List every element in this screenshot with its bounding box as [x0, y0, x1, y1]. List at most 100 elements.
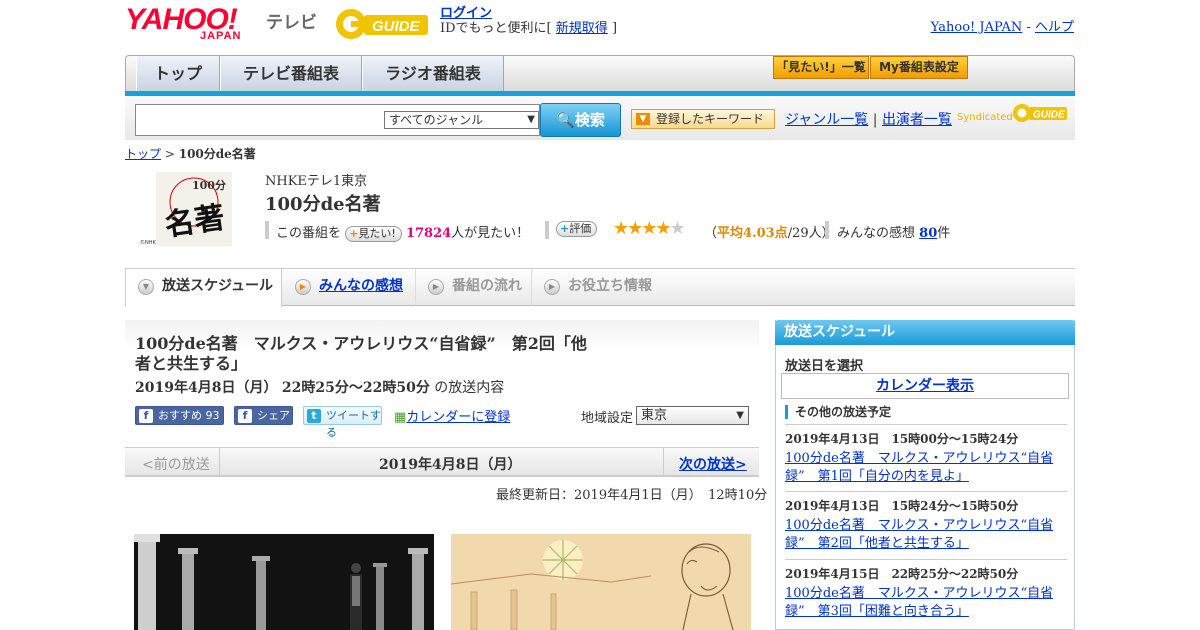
search-icon: 🔍: [556, 111, 575, 129]
nav-tab-radio[interactable]: ラジオ番組表: [362, 56, 504, 91]
program-logo: 100分 名著 ©NHK: [140, 172, 232, 246]
keyword-button[interactable]: ▼ 登録したキーワード: [631, 109, 775, 129]
mitai-button[interactable]: +見たい!: [345, 226, 402, 242]
episode-date-time: 22時25分～22時50分: [281, 380, 430, 396]
schedule-item: 2019年4月13日 15時24分～15時50分 100分de名著 マルクス・ア…: [785, 491, 1067, 553]
tab-info-label: お役立ち情報: [568, 278, 652, 294]
search-links: ジャンル一覧 | 出演者一覧: [785, 109, 952, 129]
region-select-value: 東京: [641, 408, 668, 423]
channel-name: NHKEテレ1東京: [265, 174, 368, 189]
breadcrumb-current: 100分de名著: [178, 147, 256, 161]
divider: [265, 221, 269, 239]
divider: [219, 448, 220, 475]
last-updated: 最終更新日：2019年4月1日（月） 12時10分: [496, 488, 768, 503]
program-title: 100分de名著: [265, 194, 381, 215]
gguide-logo[interactable]: GUIDE: [334, 7, 432, 41]
twitter-icon: t: [307, 409, 321, 423]
divider: [545, 221, 549, 239]
facebook-icon: f: [139, 409, 153, 423]
mitai-line: この番組を +見たい! 17824人が見たい！: [276, 222, 529, 242]
schedule-item-date: 2019年4月13日 15時00分～15時24分: [785, 432, 1019, 446]
rating-text: （平均4.03点/29人）: [704, 222, 835, 241]
syndicated-label: Syndicated: [957, 112, 1013, 123]
facebook-icon: f: [238, 409, 252, 423]
caret-down-icon: ▼: [527, 114, 535, 125]
tab-flow: ▶ 番組の流れ: [415, 269, 531, 306]
genre-list-link[interactable]: ジャンル一覧: [785, 112, 868, 128]
episode-title: 100分de名著 マルクス・アウレリウス“自省録” 第2回「他者と共生する」: [135, 334, 587, 373]
performer-list-link[interactable]: 出演者一覧: [882, 112, 952, 128]
login-link[interactable]: ログイン: [440, 6, 492, 21]
divider: [663, 448, 664, 475]
plus-icon: +: [560, 222, 570, 235]
fb-share-label: シェア: [257, 409, 290, 422]
tv-label[interactable]: テレビ: [266, 8, 317, 33]
help-link[interactable]: ヘルプ: [1035, 20, 1074, 35]
calendar-icon: ▦: [394, 410, 407, 425]
facebook-share-button[interactable]: f シェア: [234, 406, 293, 425]
facebook-like-button[interactable]: f おすすめ 93: [135, 406, 224, 425]
prev-episode: <前の放送: [142, 457, 210, 473]
calendar-display-link[interactable]: カレンダー表示: [876, 378, 974, 394]
genre-select-value: すべてのジャンル: [389, 113, 484, 127]
svg-text:GUIDE: GUIDE: [1033, 110, 1065, 121]
tweet-button[interactable]: t ツイートする: [303, 406, 382, 439]
breadcrumb-separator: >: [164, 147, 175, 161]
tab-kanso-label[interactable]: みんなの感想: [319, 278, 403, 294]
divider: [825, 221, 829, 239]
calendar-display-button[interactable]: カレンダー表示: [781, 373, 1069, 399]
nav-tab-top[interactable]: トップ: [136, 56, 220, 91]
star-icons-filled: ★★★★: [613, 218, 672, 239]
schedule-item-link[interactable]: 100分de名著 マルクス・アウレリウス“自省録” 第1回「自分の内を見よ」: [785, 450, 1067, 486]
calendar-register-link[interactable]: カレンダーに登録: [406, 410, 510, 425]
star-icon-empty: ★: [669, 218, 686, 239]
yahoo-japan-link[interactable]: Yahoo! JAPAN: [931, 20, 1023, 35]
mitai-suffix: 人が見たい！: [451, 226, 530, 241]
episode-image-1[interactable]: [134, 534, 434, 630]
tab-schedule[interactable]: ▼ 放送スケジュール: [125, 269, 282, 307]
play-icon: ▶: [428, 279, 444, 295]
signup-link[interactable]: 新規取得: [556, 21, 608, 36]
chevron-down-icon: ▼: [138, 279, 154, 295]
calendar-register[interactable]: ▦カレンダーに登録: [394, 406, 510, 425]
mitai-prefix: この番組を: [276, 226, 342, 241]
rating-average: 平均4.03点: [717, 226, 788, 241]
keyword-button-label: 登録したキーワード: [656, 112, 765, 126]
svg-text:GUIDE: GUIDE: [372, 18, 421, 35]
kanso-suffix: 件: [937, 226, 951, 241]
region-select[interactable]: 東京 ▼: [636, 406, 749, 425]
tab-kanso[interactable]: ▶ みんなの感想: [283, 269, 410, 306]
fb-like-count: 93: [205, 409, 220, 422]
episode-date-suffix: の放送内容: [434, 380, 505, 396]
breadcrumb: トップ > 100分de名著: [125, 145, 256, 162]
program-logo-sub: 100分: [192, 178, 226, 192]
nav-tab-tv[interactable]: テレビ番組表: [220, 56, 362, 91]
schedule-item-link[interactable]: 100分de名著 マルクス・アウレリウス“自省録” 第2回「他者と共生する」: [785, 517, 1067, 553]
content-tabs: ▼ 放送スケジュール ▶ みんなの感想 ▶ 番組の流れ ▶ お役立ち情報: [125, 268, 1075, 307]
rating-button[interactable]: +評価: [556, 221, 598, 237]
episode-date: 2019年4月8日（月） 22時25分～22時50分 の放送内容: [135, 377, 504, 397]
next-episode-link[interactable]: 次の放送>: [679, 454, 747, 474]
breadcrumb-top[interactable]: トップ: [125, 147, 161, 161]
schedule-item: 2019年4月13日 15時00分～15時24分 100分de名著 マルクス・ア…: [785, 424, 1067, 486]
link-separator: -: [1026, 20, 1031, 35]
episode-date-day: 2019年4月8日（月）: [135, 380, 278, 396]
login-box: ログイン IDでもっと便利に[ 新規取得 ]: [440, 6, 617, 36]
rating-button-label: 評価: [569, 222, 592, 235]
search-button[interactable]: 🔍検索: [540, 103, 621, 137]
mitai-button-label: 見たい!: [358, 227, 396, 240]
region-label: 地域設定: [581, 411, 634, 426]
sidebar-title: 放送スケジュール: [775, 320, 1075, 345]
schedule-item-date: 2019年4月15日 22時25分～22時50分: [785, 567, 1019, 581]
genre-select[interactable]: すべてのジャンル ▼: [384, 111, 539, 129]
my-schedule-button[interactable]: My番組表設定: [870, 56, 968, 79]
rating-open: （: [704, 226, 718, 241]
play-icon: ▶: [295, 279, 311, 295]
tab-schedule-label: 放送スケジュール: [162, 278, 274, 294]
gguide-small-logo: GUIDE: [1013, 104, 1067, 122]
mitai-list-button[interactable]: 「見たい!」一覧: [773, 56, 869, 79]
kanso-count-link[interactable]: 80: [919, 226, 937, 241]
schedule-item-link[interactable]: 100分de名著 マルクス・アウレリウス“自省録” 第3回「困難と向き合う」: [785, 585, 1067, 621]
episode-image-2[interactable]: [451, 534, 751, 630]
other-schedule-heading: その他の放送予定: [785, 405, 891, 419]
